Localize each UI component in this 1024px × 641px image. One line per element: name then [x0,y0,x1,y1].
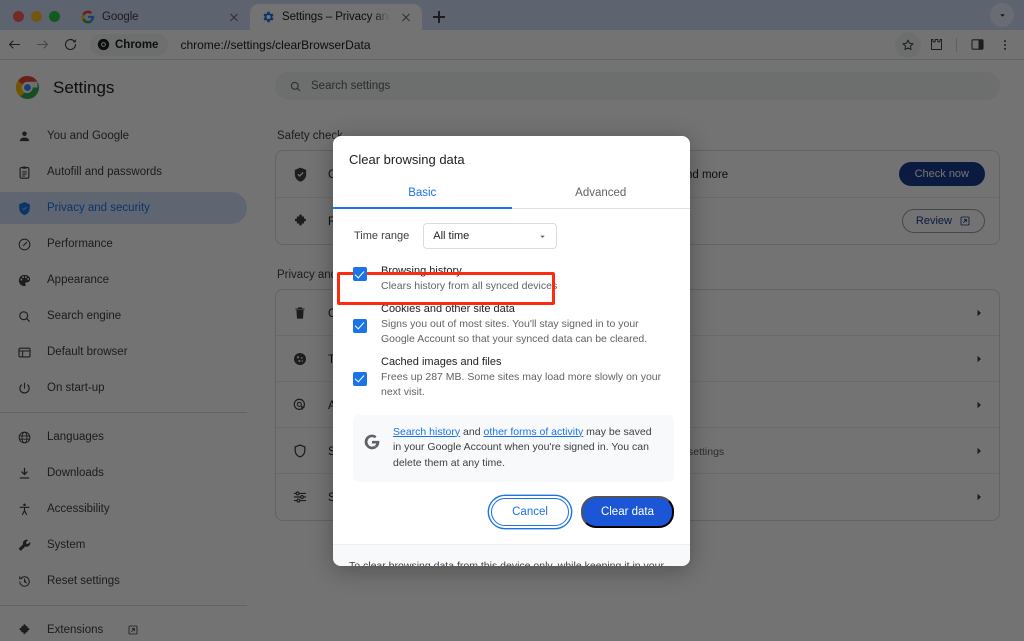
dialog-tabs: Basic Advanced [333,178,690,209]
checkbox-description: Signs you out of most sites. You'll stay… [381,317,648,345]
search-history-link[interactable]: Search history [393,426,460,438]
dialog-actions: Cancel Clear data [333,482,690,544]
time-range-row: Time range All time [349,209,674,256]
checkbox-label: Cached images and files [381,355,502,368]
checkbox-icon[interactable] [353,371,367,386]
checkbox-cookies-and-site-data[interactable]: Cookies and other site data Signs you ou… [349,294,674,347]
time-range-select[interactable]: All time [423,223,558,249]
clear-data-button[interactable]: Clear data [580,495,674,528]
dialog-title: Clear browsing data [349,152,465,167]
checkbox-description: Frees up 287 MB. Some sites may load mor… [381,370,662,398]
footer-pre-text: To clear browsing data from this device … [349,559,664,566]
clear-browsing-data-dialog: Clear browsing data Basic Advanced Time … [333,136,690,566]
dialog-body: Time range All time Browsing history Cle… [333,209,690,482]
checkbox-description: Clears history from all synced devices [381,280,558,292]
google-account-notice: Search history and other forms of activi… [353,414,674,482]
checkbox-icon[interactable] [353,267,367,281]
checkbox-label: Browsing history [381,265,462,277]
google-notice-text: Search history and other forms of activi… [393,425,662,472]
checkbox-browsing-history[interactable]: Browsing history Clears history from all… [349,256,674,294]
other-forms-of-activity-link[interactable]: other forms of activity [483,426,583,438]
time-range-label: Time range [354,230,410,242]
checkbox-label: Cookies and other site data [381,302,515,315]
google-g-icon [364,434,380,449]
chevron-down-icon [540,235,545,238]
google-notice-mid: and [460,425,484,438]
checkbox-icon[interactable] [353,318,367,333]
time-range-value: All time [433,230,470,242]
browser-window: Google Settings – Privacy and securi [0,0,1024,641]
dialog-footer: To clear browsing data from this device … [333,543,690,566]
tab-basic[interactable]: Basic [333,178,512,209]
tab-advanced[interactable]: Advanced [512,178,691,208]
checkbox-cached-images-and-files[interactable]: Cached images and files Frees up 287 MB.… [349,347,674,400]
cancel-button[interactable]: Cancel [491,497,569,526]
